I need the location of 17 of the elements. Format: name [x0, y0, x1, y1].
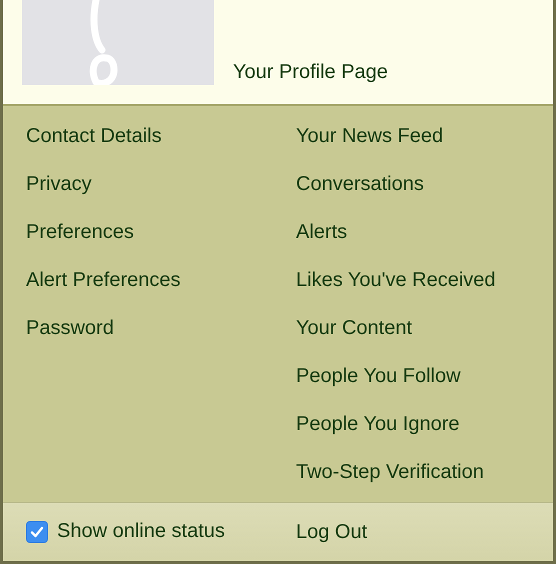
menu-item[interactable]: Privacy: [26, 166, 92, 214]
menu-item[interactable]: People You Ignore: [296, 406, 460, 454]
profile-page-link[interactable]: Your Profile Page: [233, 60, 388, 84]
menu-item[interactable]: Alert Preferences: [26, 262, 181, 310]
checkbox-label: Show online status: [57, 520, 225, 544]
menu-item[interactable]: Likes You've Received: [296, 262, 496, 310]
menu-item[interactable]: Password: [26, 310, 114, 358]
menu-item[interactable]: Your Content: [296, 310, 412, 358]
checkbox[interactable]: [26, 520, 48, 543]
menu-item[interactable]: Conversations: [296, 166, 424, 214]
menu-item[interactable]: Two-Step Verification: [296, 454, 484, 502]
logout-link[interactable]: Log Out: [296, 520, 368, 544]
menu-item[interactable]: Alerts: [296, 214, 348, 262]
menu-item[interactable]: Your News Feed: [296, 118, 444, 166]
menu-item[interactable]: Contact Details: [26, 118, 162, 166]
menu-item[interactable]: Preferences: [26, 214, 134, 262]
menu-item[interactable]: People You Follow: [296, 358, 461, 406]
